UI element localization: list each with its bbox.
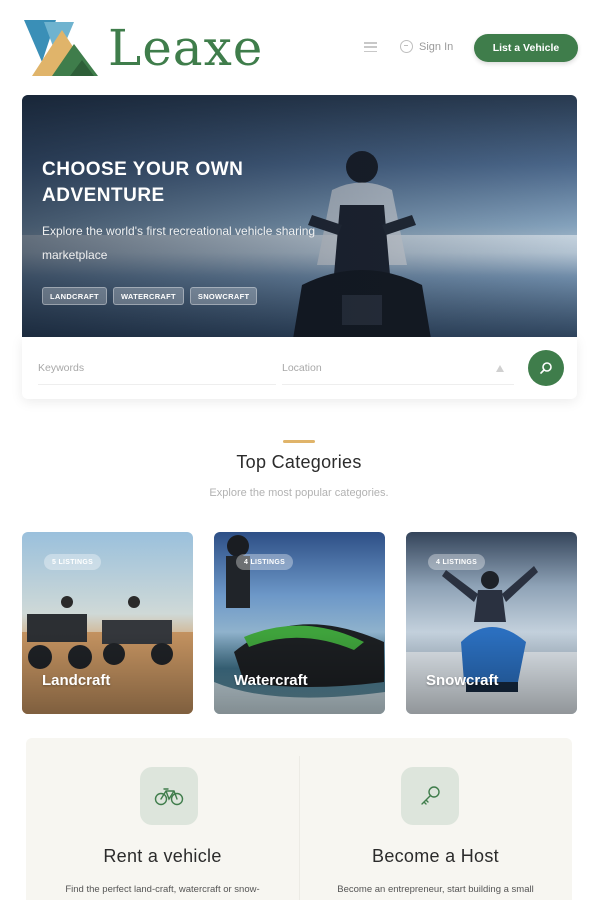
hero-subtitle: Explore the world's first recreational v… [42,224,316,262]
brand-name: Leaxe [108,19,264,77]
chip-landcraft[interactable]: LANDCRAFT [42,287,107,305]
listing-count-badge: 5 LISTINGS [44,554,102,570]
category-name: Snowcraft [426,672,499,689]
chip-watercraft[interactable]: WATERCRAFT [112,287,184,305]
hero-banner: CHOOSE YOUR OWN ADVENTURE Explore the wo… [22,95,577,345]
brand-logo[interactable]: Leaxe [22,18,263,78]
how-it-works-section: Rent a vehicle Become a Host Find the pe… [26,738,572,900]
categories-subtitle: Explore the most popular categories. [209,487,389,499]
key-icon [421,786,440,805]
logo-mark-icon [24,20,98,76]
hamburger-icon[interactable] [364,42,377,52]
search-button[interactable] [528,350,564,386]
bicycle-icon [154,788,184,806]
rent-vehicle-description: Find the perfect land-craft, watercraft … [65,884,260,895]
rent-vehicle-title: Rent a vehicle [103,846,222,866]
hero-title: CHOOSE YOUR OWN ADVENTURE [42,159,244,206]
search-icon [540,362,552,374]
sign-in-icon [400,40,413,53]
key-icon-tile [401,767,459,825]
listing-count-badge: 4 LISTINGS [236,554,294,570]
sign-in-link[interactable]: Sign In [400,40,453,53]
category-name: Landcraft [42,672,111,689]
become-host-description: Become an entrepreneur, start building a… [337,884,534,895]
bicycle-icon-tile [140,767,198,825]
category-card-snowcraft[interactable]: 4 LISTINGS Snowcraft [406,532,577,714]
search-bar: Keywords Location [22,337,577,399]
section-accent-bar [283,440,315,443]
category-card-landcraft[interactable]: 5 LISTINGS Landcraft [22,532,193,714]
list-vehicle-button[interactable]: List a Vehicle [474,34,578,62]
become-host-title: Become a Host [372,846,499,866]
category-name: Watercraft [234,672,308,689]
chip-snowcraft[interactable]: SNOWCRAFT [189,287,258,305]
site-header: Leaxe Sign In List a Vehicle [0,0,598,90]
section-divider [299,756,300,900]
sign-in-label: Sign In [419,40,454,53]
category-card-watercraft[interactable]: 4 LISTINGS Watercraft [214,532,385,714]
location-placeholder: Location [282,362,322,374]
hero-category-chips: LANDCRAFT WATERCRAFT SNOWCRAFT [42,287,258,305]
categories-title: Top Categories [236,452,362,472]
location-arrow-icon[interactable] [496,365,504,372]
keywords-input[interactable]: Keywords [38,355,276,385]
listing-count-badge: 4 LISTINGS [428,554,486,570]
location-input[interactable]: Location [282,355,514,385]
